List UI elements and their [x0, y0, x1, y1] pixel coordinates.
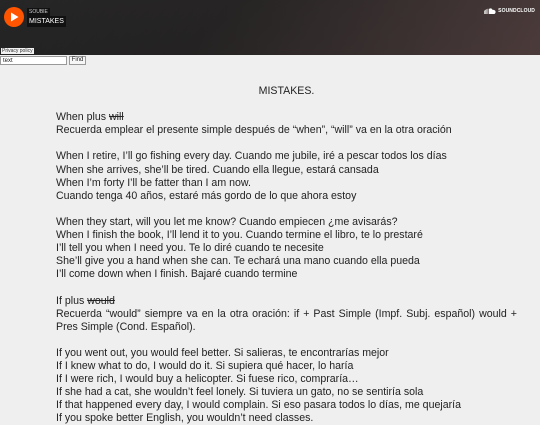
rule-text: Recuerda “would” siempre va en la otra o…	[56, 307, 517, 333]
track-title-link[interactable]: MISTAKES	[27, 16, 66, 27]
heading-text: If plus	[56, 294, 88, 307]
example-line: If you spoke better English, you wouldn’…	[56, 412, 314, 425]
find-button[interactable]: Find	[69, 56, 86, 65]
rule-text: Recuerda emplear el presente simple desp…	[56, 124, 452, 137]
example-line: If I were rich, I would buy a helicopter…	[56, 373, 359, 386]
player-artwork-background	[0, 0, 540, 55]
heading-struck-word: would	[87, 294, 115, 307]
heading-struck-word: will	[109, 111, 124, 124]
privacy-policy-link[interactable]: Privacy policy	[1, 48, 34, 54]
example-line: If I knew what to do, I would do it. Si …	[56, 359, 354, 372]
track-user-link[interactable]: SOUBIE	[27, 8, 50, 16]
soundcloud-player: SOUBIE MISTAKES SOUNDCLOUD	[0, 0, 540, 55]
search-form: Find	[0, 56, 86, 65]
section-heading-when: When plus will	[56, 111, 517, 124]
soundcloud-logo[interactable]: SOUNDCLOUD	[484, 8, 535, 14]
example-line: I’ll tell you when I need you. Te lo dir…	[56, 242, 324, 255]
heading-text: When plus	[56, 111, 109, 124]
example-line: If you went out, you would feel better. …	[56, 346, 389, 359]
example-line: If she had a cat, she wouldn’t feel lone…	[56, 386, 424, 399]
example-line: When I finish the book, I’ll lend it to …	[56, 229, 423, 242]
example-line: If that happened every day, I would comp…	[56, 399, 461, 412]
play-icon	[10, 12, 18, 22]
example-line: When I retire, I’ll go fishing every day…	[56, 150, 447, 163]
page-title: MISTAKES.	[258, 85, 315, 97]
example-line: Cuando tenga 40 años, estaré más gordo d…	[56, 189, 357, 202]
soundcloud-brand-label: SOUNDCLOUD	[498, 8, 535, 14]
example-line: When she arrives, she’ll be tired. Cuand…	[56, 163, 379, 176]
example-line: She’ll give you a hand when she can. Te …	[56, 255, 420, 268]
example-line: When they start, will you let me know? C…	[56, 215, 398, 228]
soundcloud-cloud-icon	[484, 8, 496, 14]
section-heading-if: If plus would	[56, 295, 517, 308]
example-line: When I’m forty I’ll be fatter than I am …	[56, 176, 251, 189]
example-line: I’ll come down when I finish. Bajaré cua…	[56, 268, 298, 281]
search-input[interactable]	[0, 56, 67, 65]
article-body: MISTAKES. When plus will Recuerda emplea…	[56, 85, 517, 425]
play-button[interactable]	[4, 7, 24, 27]
